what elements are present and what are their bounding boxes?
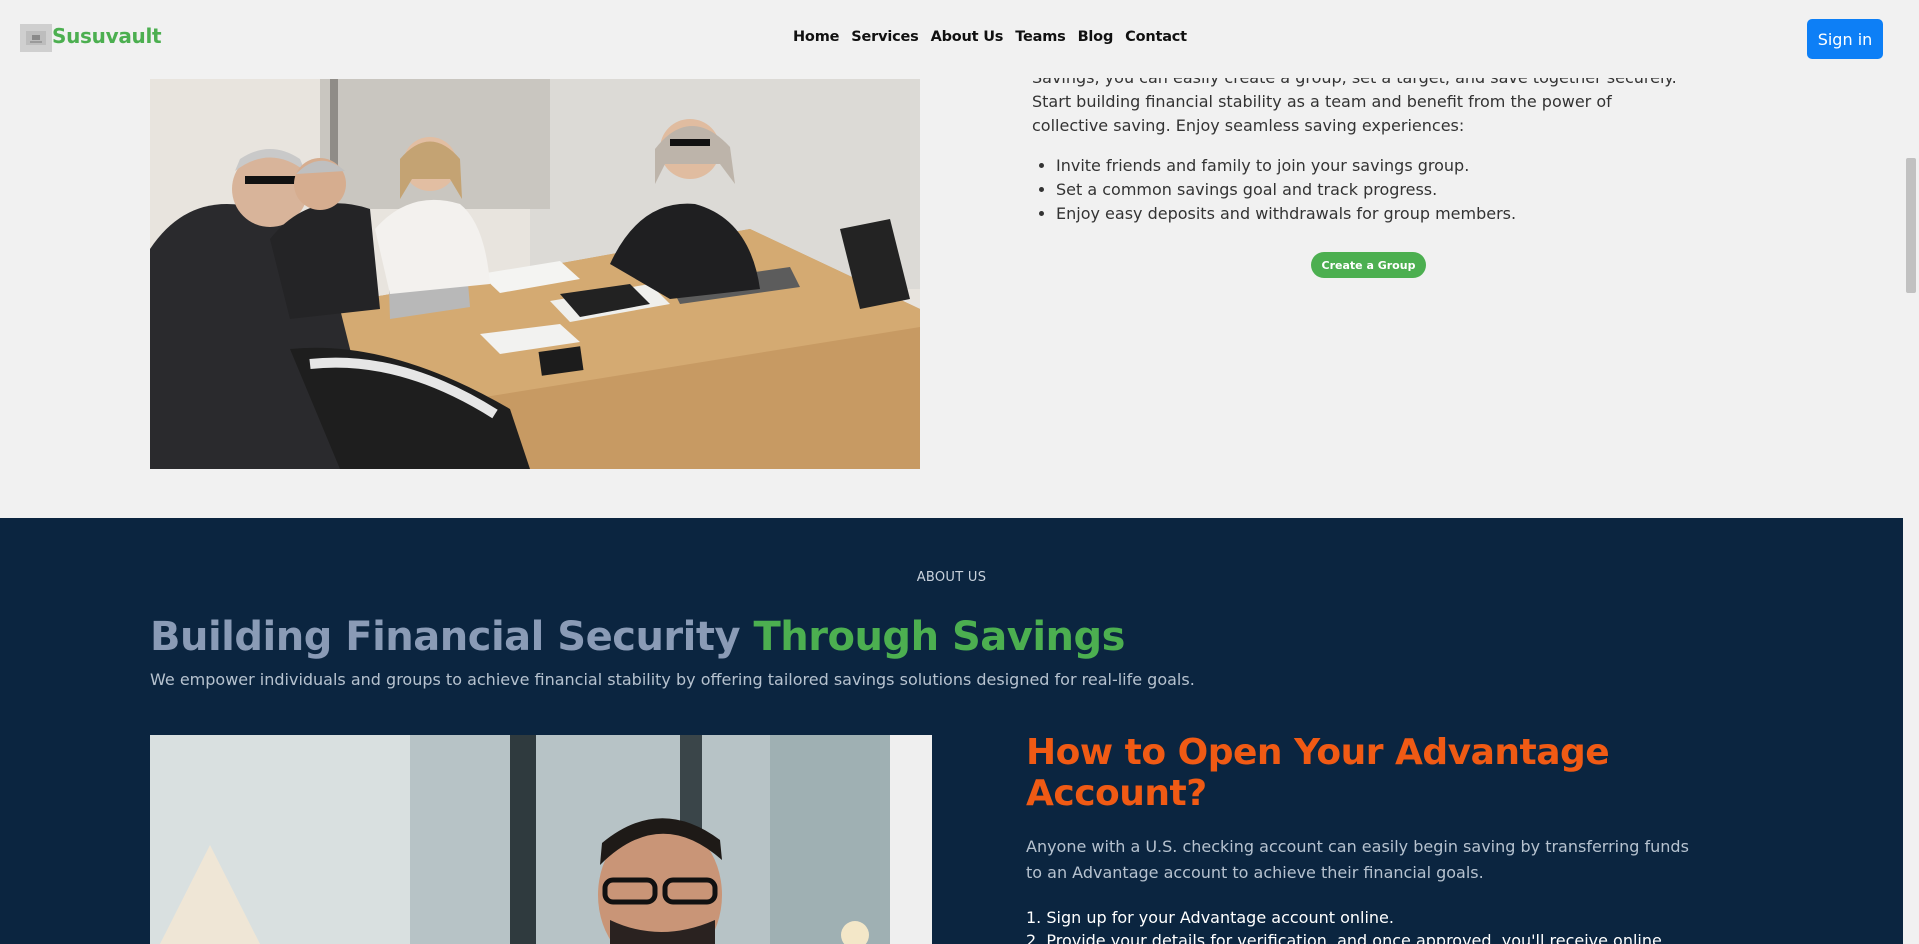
step-1: 1. Sign up for your Advantage account on…: [1026, 908, 1394, 927]
group-savings-text: Savings, you can easily create a group, …: [1032, 66, 1692, 226]
man-illustration: [150, 735, 932, 944]
list-item: Set a common savings goal and track prog…: [1056, 178, 1692, 202]
group-savings-description: Start building financial stability as a …: [1032, 92, 1612, 135]
nav-link-blog[interactable]: Blog: [1078, 29, 1114, 45]
navbar: Susuvault Home Services About Us Teams B…: [0, 0, 1903, 78]
scrollbar-track[interactable]: [1903, 0, 1919, 944]
scrollbar-thumb[interactable]: [1906, 158, 1916, 293]
nav-link-about-us[interactable]: About Us: [931, 29, 1004, 45]
nav-link-services[interactable]: Services: [851, 29, 919, 45]
nav-link-home[interactable]: Home: [793, 29, 839, 45]
nav-link-teams[interactable]: Teams: [1015, 29, 1066, 45]
nav-links: Home Services About Us Teams Blog Contac…: [793, 29, 1187, 45]
meeting-illustration: [150, 79, 920, 469]
create-group-button[interactable]: Create a Group: [1311, 252, 1426, 278]
about-title: Building Financial Security Through Savi…: [150, 614, 1125, 660]
advantage-title: How to Open Your Advantage Account?: [1026, 732, 1610, 814]
group-savings-bullets: Invite friends and family to join your s…: [1056, 154, 1692, 226]
about-subtitle: We empower individuals and groups to ach…: [150, 670, 1195, 689]
advantage-description: Anyone with a U.S. checking account can …: [1026, 837, 1689, 882]
nav-link-contact[interactable]: Contact: [1125, 29, 1187, 45]
about-label: ABOUT US: [916, 570, 987, 585]
sign-in-button[interactable]: Sign in: [1807, 19, 1883, 59]
about-title-part1: Building Financial Security: [150, 614, 754, 660]
logo-image-icon: [26, 31, 46, 45]
about-title-highlight: Through Savings: [753, 614, 1125, 660]
brand-name[interactable]: Susuvault: [52, 24, 162, 48]
list-item: Invite friends and family to join your s…: [1056, 154, 1692, 178]
meeting-photo: [150, 79, 920, 469]
man-at-desk-photo: [150, 735, 932, 944]
logo-icon[interactable]: [20, 24, 52, 52]
about-section: ABOUT US Building Financial Security Thr…: [0, 518, 1903, 944]
list-item: Enjoy easy deposits and withdrawals for …: [1056, 202, 1692, 226]
step-2: 2. Provide your details for verification…: [1026, 931, 1662, 944]
